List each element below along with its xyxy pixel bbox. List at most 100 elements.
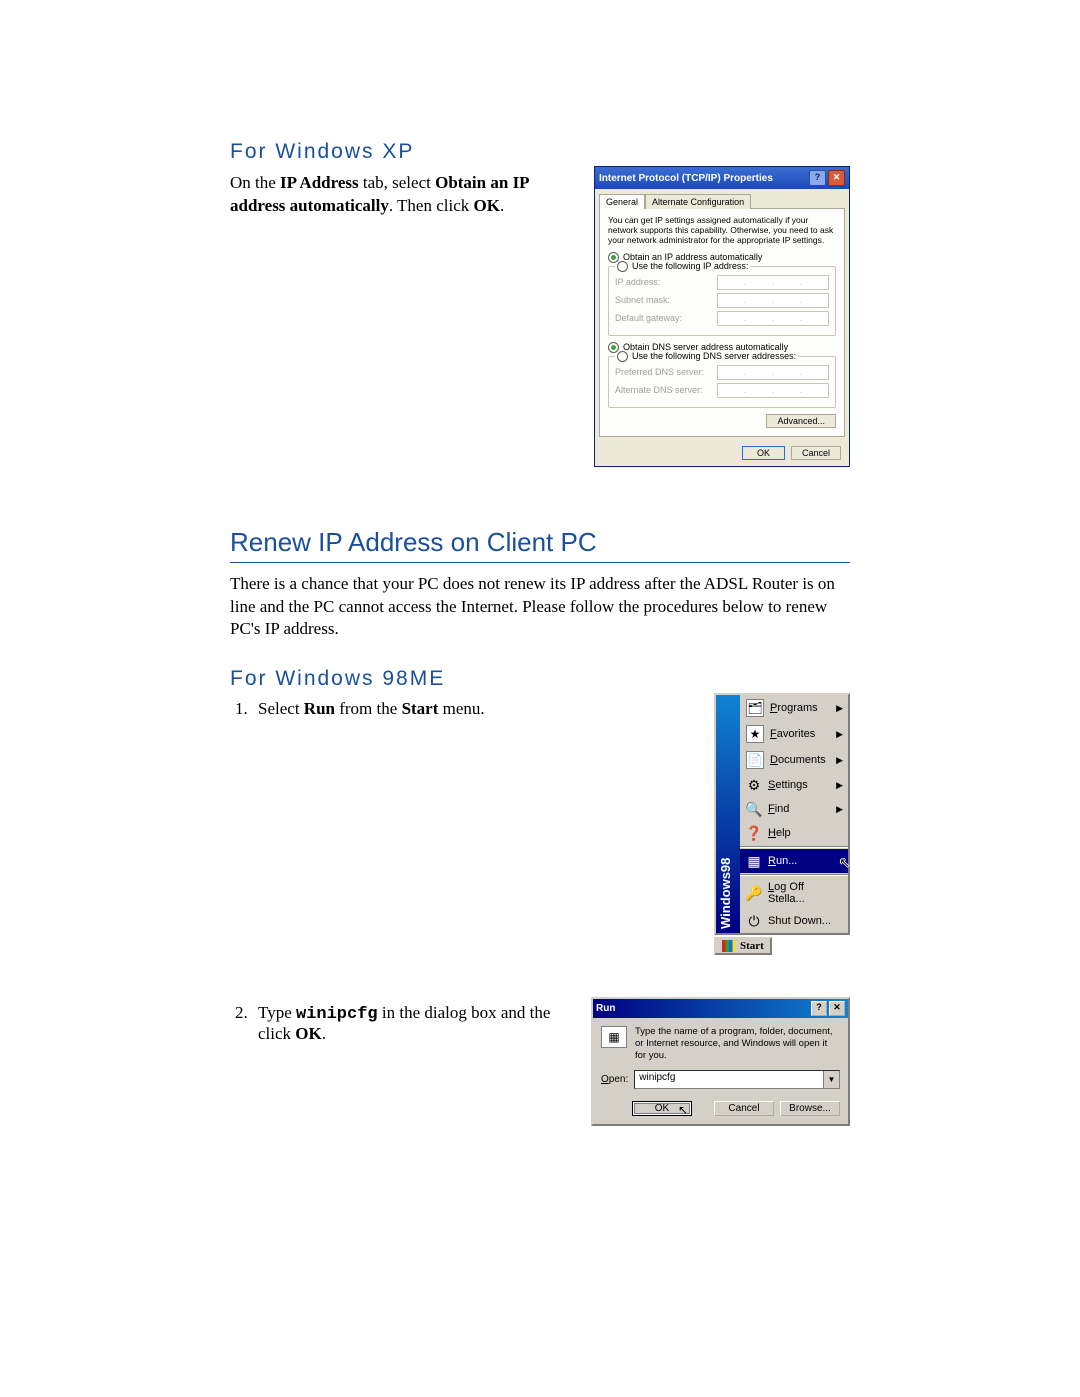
shutdown-icon: ⏻ [746, 913, 762, 929]
submenu-arrow-icon: ▶ [836, 804, 843, 815]
cancel-button[interactable]: Cancel [791, 446, 841, 460]
label-subnet-mask: Subnet mask: [615, 295, 670, 305]
menu-label: Favorites [770, 728, 815, 740]
text: Type [258, 1003, 296, 1022]
start-label: Start [740, 940, 764, 952]
menu-item-help[interactable]: ❓ Help [740, 821, 848, 845]
text-bold: IP Address [280, 173, 359, 192]
dialog-description: You can get IP settings assigned automat… [608, 215, 836, 246]
text-bold: Run [304, 699, 335, 718]
label-preferred-dns: Preferred DNS server: [615, 367, 704, 377]
text: . Then click [389, 196, 474, 215]
text: . [500, 196, 504, 215]
favorites-icon: ★ [746, 725, 764, 743]
menu-label: Settings [768, 779, 808, 791]
browse-button[interactable]: Browse... [780, 1101, 840, 1116]
radio-label: Use the following DNS server addresses: [632, 351, 796, 361]
dialog-titlebar[interactable]: Run ? ✕ [593, 999, 848, 1018]
programs-icon: 🗂 [746, 699, 764, 717]
text-bold: OK [295, 1024, 321, 1043]
cursor-icon: ↖ [839, 855, 850, 871]
input-subnet-mask[interactable]: ... [717, 293, 829, 308]
text: . [322, 1024, 326, 1043]
text-mono: winipcfg [296, 1005, 378, 1024]
menu-label: Documents [770, 754, 826, 766]
radio-use-following-ip[interactable] [617, 261, 628, 272]
help-icon[interactable]: ? [809, 170, 826, 186]
help-icon[interactable]: ? [811, 1001, 827, 1016]
run-description: Type the name of a program, folder, docu… [635, 1026, 840, 1062]
cancel-button[interactable]: Cancel [714, 1101, 774, 1116]
tab-alternate-configuration[interactable]: Alternate Configuration [645, 194, 751, 209]
input-preferred-dns[interactable]: ... [717, 365, 829, 380]
renew-paragraph: There is a chance that your PC does not … [230, 573, 850, 642]
text: On the [230, 173, 280, 192]
settings-icon: ⚙ [746, 777, 762, 793]
menu-item-run[interactable]: ▦ Run... ↖ [740, 849, 848, 873]
menu-separator [740, 874, 848, 876]
start-button[interactable]: Start [714, 937, 772, 955]
label-alternate-dns: Alternate DNS server: [615, 385, 703, 395]
advanced-button[interactable]: Advanced... [766, 414, 836, 428]
run-dialog: Run ? ✕ ▦ Type the name of a program, fo… [591, 997, 850, 1126]
radio-obtain-dns-auto[interactable] [608, 342, 619, 353]
menu-item-find[interactable]: 🔍 Find ▶ [740, 797, 848, 821]
submenu-arrow-icon: ▶ [836, 755, 843, 766]
start-menu: Windows98 🗂 Programs ▶ ★ Favorites ▶ 📄 [714, 693, 850, 935]
step-1: Select Run from the Start menu. [252, 699, 694, 719]
documents-icon: 📄 [746, 751, 764, 769]
button-label: OK [655, 1103, 669, 1114]
menu-item-favorites[interactable]: ★ Favorites ▶ [740, 721, 848, 747]
tab-general[interactable]: General [599, 194, 645, 209]
text: Select [258, 699, 304, 718]
menu-label: Help [768, 827, 791, 839]
menu-label: Run... [768, 855, 797, 867]
open-label: Open: [601, 1074, 628, 1085]
menu-item-documents[interactable]: 📄 Documents ▶ [740, 747, 848, 773]
label-default-gateway: Default gateway: [615, 313, 682, 323]
step-2: Type winipcfg in the dialog box and the … [252, 1003, 571, 1044]
heading-renew-ip: Renew IP Address on Client PC [230, 527, 850, 563]
find-icon: 🔍 [746, 801, 762, 817]
menu-item-shutdown[interactable]: ⏻ Shut Down... [740, 909, 848, 933]
dialog-titlebar[interactable]: Internet Protocol (TCP/IP) Properties ? … [595, 167, 849, 189]
run-icon: ▦ [746, 853, 762, 869]
close-icon[interactable]: ✕ [828, 170, 845, 186]
submenu-arrow-icon: ▶ [836, 729, 843, 740]
text: tab, select [359, 173, 435, 192]
heading-windows-98me: For Windows 98ME [230, 667, 850, 691]
input-ip-address[interactable]: ... [717, 275, 829, 290]
cursor-icon: ↖ [678, 1103, 688, 1118]
radio-use-following-dns[interactable] [617, 351, 628, 362]
text-bold: OK [474, 196, 500, 215]
input-default-gateway[interactable]: ... [717, 311, 829, 326]
input-alternate-dns[interactable]: ... [717, 383, 829, 398]
ok-button[interactable]: OK [742, 446, 785, 460]
menu-label: Find [768, 803, 789, 815]
close-icon[interactable]: ✕ [829, 1001, 845, 1016]
menu-label: Log Off Stella... [768, 881, 842, 905]
run-app-icon: ▦ [601, 1026, 627, 1048]
dropdown-arrow-icon[interactable]: ▼ [823, 1071, 839, 1088]
heading-windows-xp: For Windows XP [230, 140, 850, 164]
text-bold: Start [402, 699, 439, 718]
dialog-title: Internet Protocol (TCP/IP) Properties [599, 173, 773, 184]
tcpip-properties-dialog: Internet Protocol (TCP/IP) Properties ? … [594, 166, 850, 467]
submenu-arrow-icon: ▶ [836, 780, 843, 791]
open-input-value[interactable]: winipcfg [635, 1071, 823, 1088]
menu-separator [740, 846, 848, 848]
help-icon: ❓ [746, 825, 762, 841]
windows-flag-icon [722, 940, 736, 952]
xp-instruction-paragraph: On the IP Address tab, select Obtain an … [230, 172, 574, 218]
menu-item-programs[interactable]: 🗂 Programs ▶ [740, 695, 848, 721]
submenu-arrow-icon: ▶ [836, 703, 843, 714]
button-label: Browse... [789, 1103, 831, 1114]
menu-label: Programs [770, 702, 818, 714]
menu-label: Shut Down... [768, 915, 831, 927]
start-menu-stripe: Windows98 [716, 695, 740, 933]
radio-obtain-ip-auto[interactable] [608, 252, 619, 263]
menu-item-settings[interactable]: ⚙ Settings ▶ [740, 773, 848, 797]
menu-item-logoff[interactable]: 🔑 Log Off Stella... [740, 877, 848, 909]
open-combobox[interactable]: winipcfg ▼ [634, 1070, 840, 1089]
radio-label: Use the following IP address: [632, 261, 748, 271]
